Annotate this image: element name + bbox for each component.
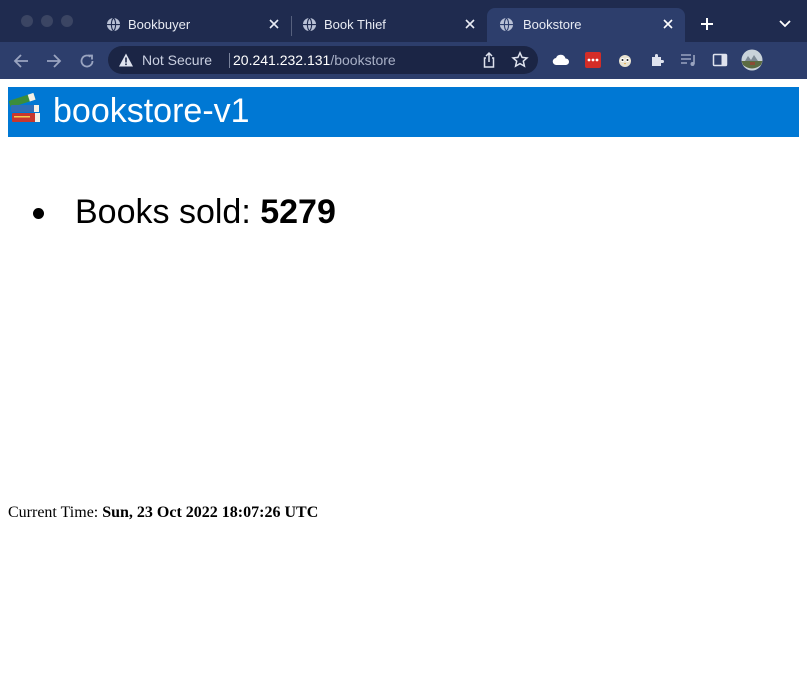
tab-bookstore[interactable]: Bookstore xyxy=(487,8,685,42)
browser-toolbar: Not Secure 20.241.232.131/bookstore xyxy=(0,42,807,79)
url-host: 20.241.232.131 xyxy=(233,52,331,68)
plus-icon[interactable] xyxy=(696,13,718,35)
tab-title: Bookstore xyxy=(523,17,582,32)
arrow-left-icon[interactable] xyxy=(10,50,32,72)
current-time: Current Time: Sun, 23 Oct 2022 18:07:26 … xyxy=(8,504,318,522)
globe-icon xyxy=(106,17,121,32)
tab-close-icon[interactable] xyxy=(658,14,678,34)
window-minimize-dot[interactable] xyxy=(41,15,53,27)
owl-extension-icon[interactable] xyxy=(616,51,634,69)
cloud-extension-icon[interactable] xyxy=(552,51,570,69)
address-bar[interactable]: Not Secure 20.241.232.131/bookstore xyxy=(108,46,538,74)
warning-icon[interactable] xyxy=(118,52,134,68)
security-label[interactable]: Not Secure xyxy=(142,52,212,68)
tab-title: Book Thief xyxy=(324,17,386,32)
tab-close-icon[interactable] xyxy=(460,14,480,34)
media-queue-icon[interactable] xyxy=(680,51,698,69)
chevron-down-icon[interactable] xyxy=(775,15,795,33)
tab-title: Bookbuyer xyxy=(128,17,191,32)
books-sold-count: 5279 xyxy=(260,193,336,231)
tab-bookbuyer[interactable]: Bookbuyer xyxy=(86,8,290,42)
star-icon[interactable] xyxy=(511,51,529,69)
window-close-dot[interactable] xyxy=(21,15,33,27)
page-title: bookstore-v1 xyxy=(53,92,250,130)
books-emoji-icon xyxy=(8,92,40,122)
url-path: /bookstore xyxy=(330,52,396,68)
address-divider xyxy=(229,53,230,68)
books-sold-label: Books sold: xyxy=(75,193,261,231)
tab-book-thief[interactable]: Book Thief xyxy=(282,8,486,42)
url-text[interactable]: 20.241.232.131/bookstore xyxy=(233,52,396,68)
globe-icon xyxy=(499,17,514,32)
browser-tabstrip: Bookbuyer Book Thief Bookstore xyxy=(0,0,807,42)
list-bullet xyxy=(33,208,44,219)
arrow-right-icon[interactable] xyxy=(43,50,65,72)
share-icon[interactable] xyxy=(480,51,498,69)
tab-close-icon[interactable] xyxy=(264,14,284,34)
window-zoom-dot[interactable] xyxy=(61,15,73,27)
current-time-value: Sun, 23 Oct 2022 18:07:26 UTC xyxy=(102,504,319,521)
side-panel-icon[interactable] xyxy=(711,51,729,69)
page-header-banner: bookstore-v1 xyxy=(8,87,799,137)
current-time-label: Current Time: xyxy=(8,504,103,521)
globe-icon xyxy=(302,17,317,32)
profile-avatar[interactable] xyxy=(741,49,763,71)
books-sold-stat: Books sold: 5279 xyxy=(75,190,336,234)
reload-icon[interactable] xyxy=(76,50,98,72)
puzzle-extensions-icon[interactable] xyxy=(648,51,666,69)
lastpass-extension-icon[interactable] xyxy=(584,51,602,69)
